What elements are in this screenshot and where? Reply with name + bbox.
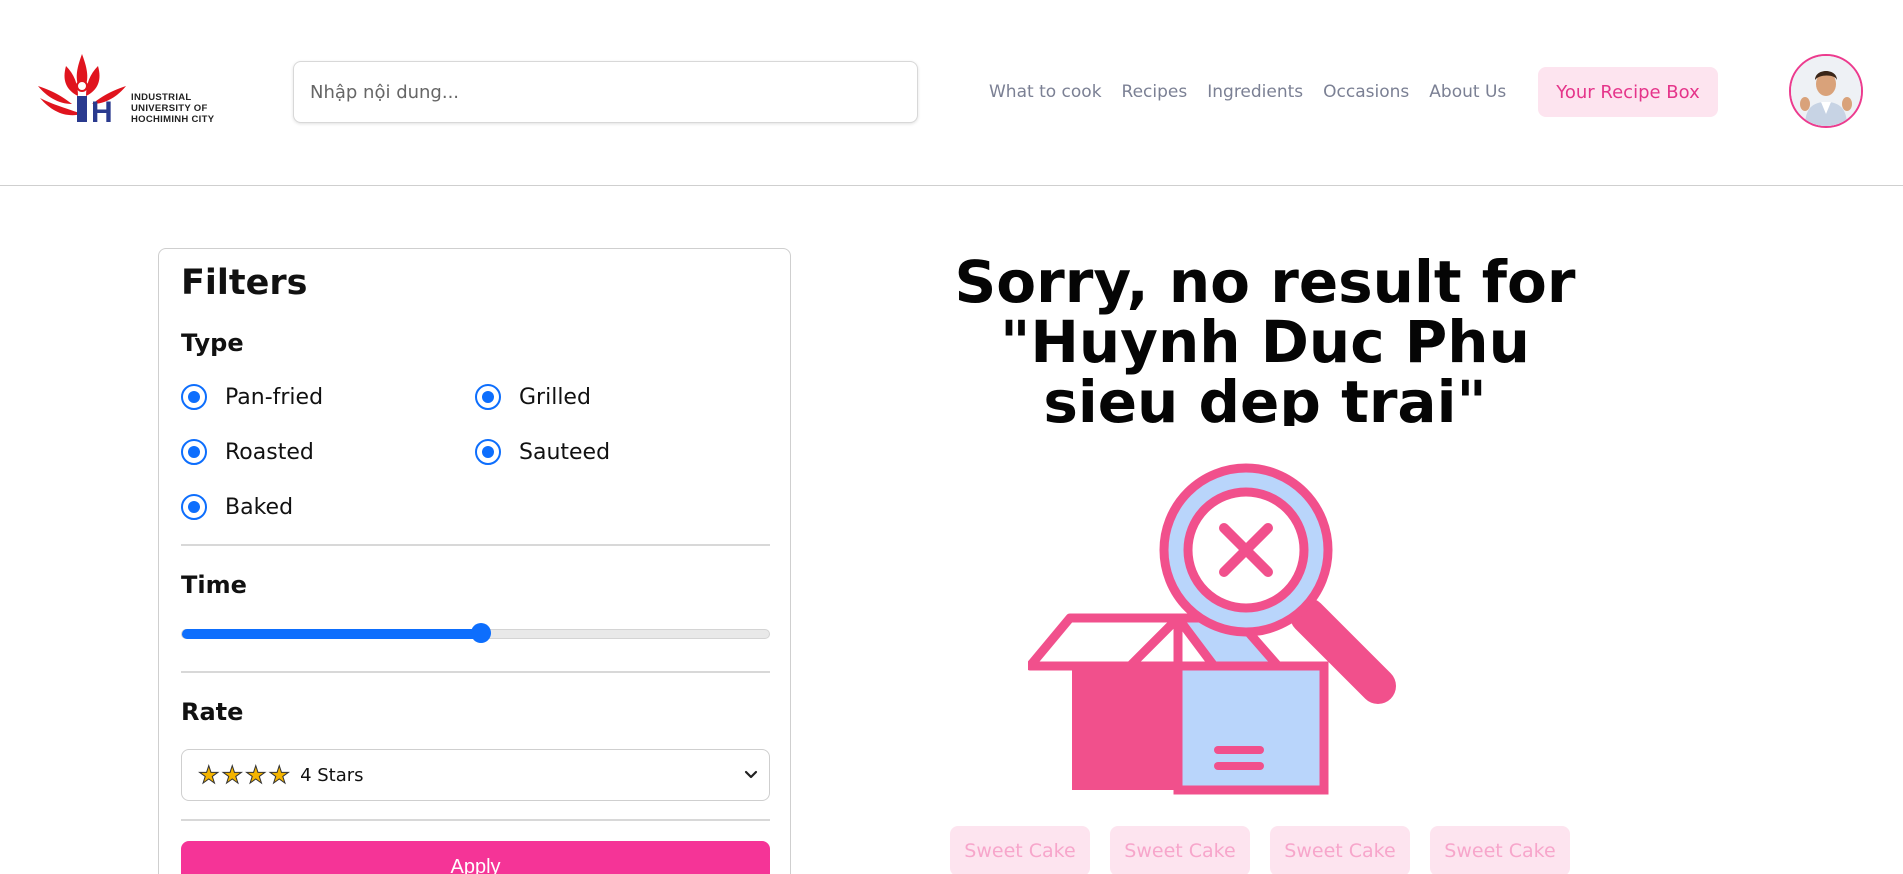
rate-select[interactable]: ★★★★ 4 Stars: [181, 749, 770, 801]
logo-text: INDUSTRIAL UNIVERSITY OF HOCHIMINH CITY: [131, 92, 214, 125]
chevron-down-icon: [744, 770, 758, 779]
logo-line-1: INDUSTRIAL: [131, 92, 192, 103]
type-option-label: Sauteed: [519, 439, 611, 465]
iuh-logo[interactable]: H INDUSTRIAL UNIVERSITY OF HOCHIMINH CIT…: [36, 52, 226, 132]
suggestion-chip[interactable]: Sweet Cake: [1430, 826, 1570, 874]
radio-button[interactable]: [181, 494, 207, 520]
type-option-pan-fried[interactable]: Pan-fried: [181, 384, 323, 410]
nav-item-about-us[interactable]: About Us: [1429, 82, 1506, 102]
main-nav: What to cook Recipes Ingredients Occasio…: [989, 82, 1506, 102]
type-option-label: Roasted: [225, 439, 314, 465]
rate-section-title: Rate: [181, 698, 244, 726]
top-header: H INDUSTRIAL UNIVERSITY OF HOCHIMINH CIT…: [0, 0, 1903, 186]
apply-button[interactable]: Apply: [181, 841, 770, 874]
type-section-title: Type: [181, 329, 244, 357]
no-result-message: Sorry, no result for "Huynh Duc Phu sieu…: [954, 252, 1576, 426]
type-option-label: Grilled: [519, 384, 591, 410]
suggestion-chip[interactable]: Sweet Cake: [950, 826, 1090, 874]
star-icons: ★★★★: [197, 761, 293, 790]
time-section-title: Time: [181, 571, 247, 599]
svg-text:H: H: [91, 96, 113, 129]
logo-line-2: UNIVERSITY OF: [131, 103, 208, 114]
suggestion-chip[interactable]: Sweet Cake: [1270, 826, 1410, 874]
nav-item-occasions[interactable]: Occasions: [1323, 82, 1409, 102]
time-slider-fill: [182, 629, 482, 639]
divider: [181, 819, 770, 821]
time-slider[interactable]: [181, 623, 770, 643]
divider: [181, 671, 770, 673]
radio-button[interactable]: [475, 384, 501, 410]
recipe-box-button[interactable]: Your Recipe Box: [1538, 67, 1718, 117]
no-result-illustration-icon: [1028, 463, 1396, 795]
nav-item-recipes[interactable]: Recipes: [1122, 82, 1188, 102]
radio-button[interactable]: [181, 384, 207, 410]
radio-button[interactable]: [475, 439, 501, 465]
type-option-baked[interactable]: Baked: [181, 494, 293, 520]
rate-selected-value: 4 Stars: [300, 764, 364, 786]
lotus-logo-icon: H: [38, 54, 126, 129]
type-option-label: Pan-fried: [225, 384, 324, 410]
time-slider-thumb[interactable]: [471, 623, 492, 643]
avatar[interactable]: [1789, 54, 1863, 128]
suggestion-chips: Sweet Cake Sweet Cake Sweet Cake Sweet C…: [950, 826, 1570, 874]
logo-line-3: HOCHIMINH CITY: [131, 114, 215, 125]
radio-button[interactable]: [181, 439, 207, 465]
nav-item-ingredients[interactable]: Ingredients: [1207, 82, 1303, 102]
type-option-sauteed[interactable]: Sauteed: [475, 439, 610, 465]
type-option-roasted[interactable]: Roasted: [181, 439, 314, 465]
user-avatar-icon: [1791, 56, 1861, 126]
search-input[interactable]: [293, 61, 918, 123]
filters-panel: Filters Type Pan-fried Grilled Roasted S…: [158, 248, 791, 874]
filters-title: Filters: [181, 263, 308, 303]
nav-item-what-to-cook[interactable]: What to cook: [989, 82, 1102, 102]
divider: [181, 544, 770, 546]
suggestion-chip[interactable]: Sweet Cake: [1110, 826, 1250, 874]
type-option-label: Baked: [225, 494, 294, 520]
type-option-grilled[interactable]: Grilled: [475, 384, 591, 410]
